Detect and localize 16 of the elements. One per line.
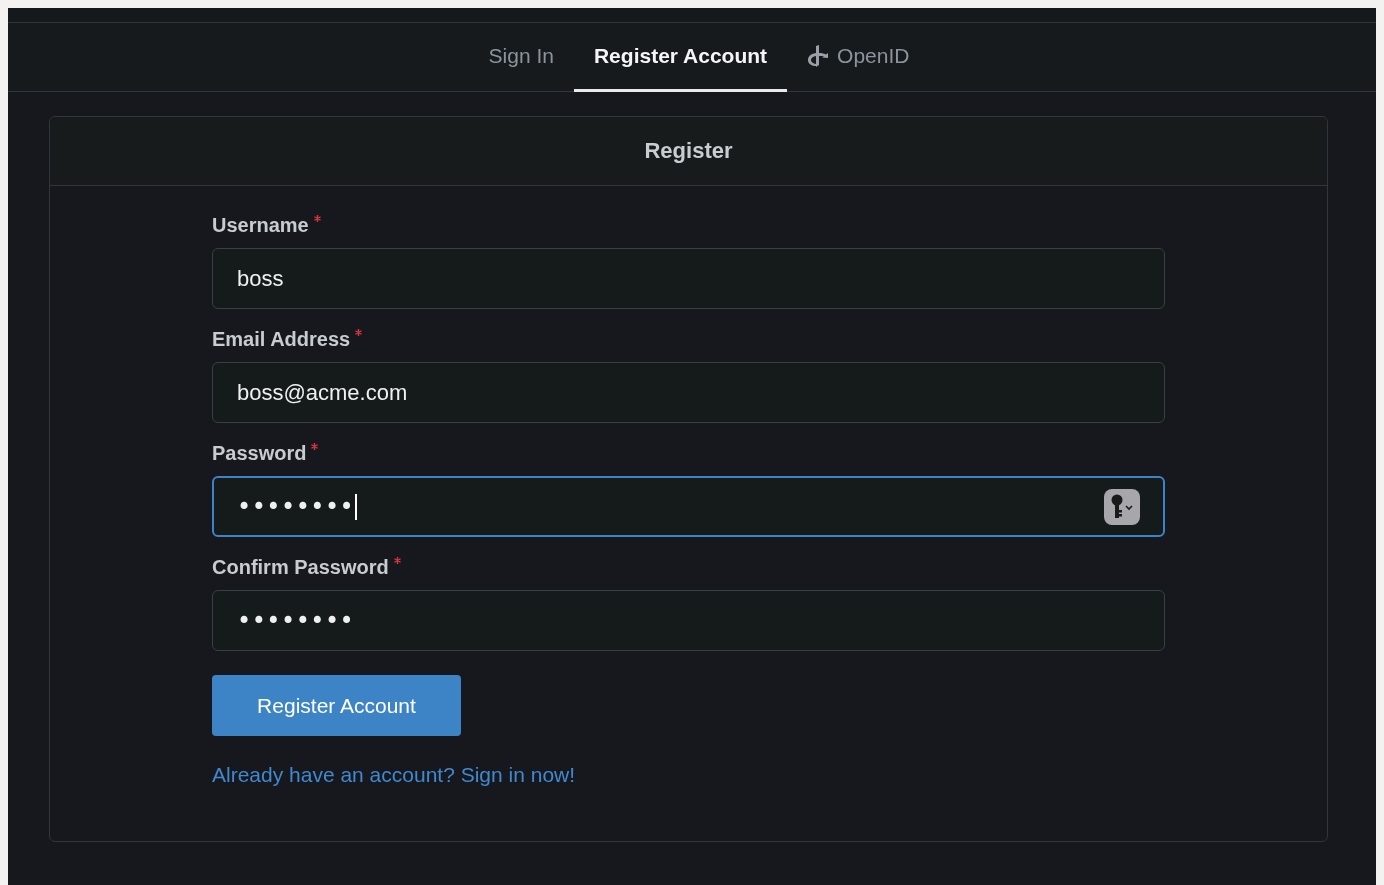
sign-in-link[interactable]: Already have an account? Sign in now!: [212, 763, 576, 787]
field-label: Password: [212, 441, 307, 466]
key-icon[interactable]: [1104, 488, 1140, 525]
tab[interactable]: Register Account: [573, 23, 788, 92]
register-button[interactable]: Register Account: [212, 675, 461, 736]
input-field[interactable]: boss: [212, 248, 1165, 309]
input-field[interactable]: boss@acme.com: [212, 362, 1165, 423]
tab[interactable]: Sign In: [468, 23, 574, 92]
tab[interactable]: OpenID: [787, 23, 930, 92]
field-label: Username: [212, 213, 309, 238]
input-field[interactable]: ••••••••: [212, 476, 1165, 537]
field-label: Email Address: [212, 327, 351, 352]
card-title: Register: [644, 138, 733, 164]
openid-icon: [807, 44, 830, 68]
input-field[interactable]: ••••••••: [212, 590, 1165, 651]
field-label: Confirm Password: [212, 555, 389, 580]
